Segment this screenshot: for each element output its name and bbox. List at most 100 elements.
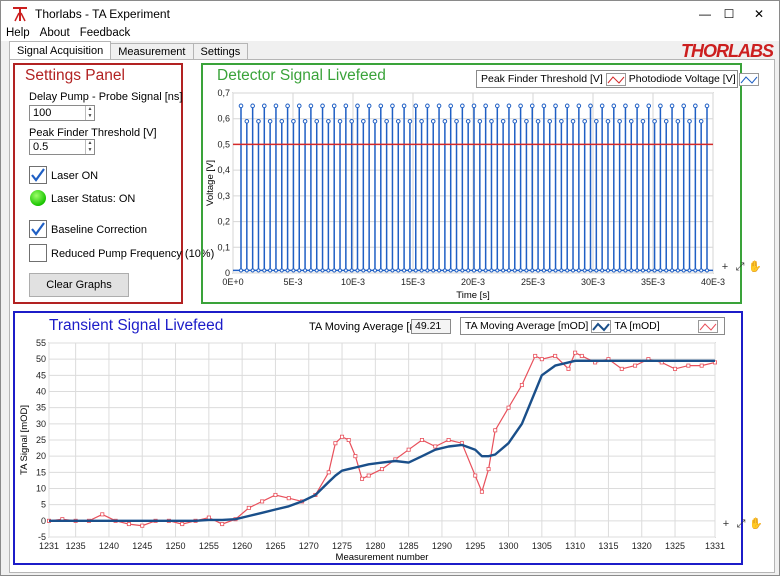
delay-spinner-icon[interactable]: ▲ ▼	[85, 106, 94, 120]
pan-hand-icon[interactable]: ✋	[748, 260, 762, 274]
voltage-base-point	[640, 268, 646, 273]
detector-chart[interactable]: 00,10,20,30,40,50,60,70E+0 5E-3 10E-3 15E-3…	[203, 85, 740, 303]
voltage-base-point	[553, 268, 558, 273]
voltage-base-point	[349, 268, 354, 273]
voltage-base-point	[436, 268, 442, 273]
menu-help[interactable]: Help	[1, 25, 35, 41]
pan-hand-icon[interactable]: ✋	[749, 517, 763, 531]
detector-x-tick-label: 40E-3	[701, 277, 725, 287]
voltage-peak-point	[693, 103, 698, 109]
voltage-peak-point	[524, 118, 529, 124]
voltage-base-point	[652, 268, 657, 273]
voltage-base-point	[425, 268, 430, 273]
threshold-spinner-icon[interactable]: ▲ ▼	[85, 140, 94, 154]
tab-settings[interactable]: Settings	[192, 43, 249, 60]
voltage-base-point	[611, 268, 616, 273]
reduced-pump-checkbox[interactable]	[29, 244, 47, 262]
voltage-peak-point	[547, 118, 553, 124]
tab-measurement[interactable]: Measurement	[110, 43, 194, 60]
detector-y-tick-label: 0,4	[217, 165, 230, 175]
voltage-peak-point	[704, 103, 710, 109]
voltage-peak-point	[512, 118, 518, 124]
voltage-base-point	[273, 268, 279, 273]
voltage-base-point	[693, 268, 698, 273]
transient-x-tick-label: 1325	[665, 541, 685, 551]
voltage-peak-point	[337, 118, 343, 124]
voltage-base-point	[343, 268, 348, 273]
voltage-peak-point	[308, 103, 314, 109]
voltage-base-point	[559, 268, 564, 273]
ta-point	[340, 434, 345, 439]
ta-point	[326, 470, 331, 475]
transient-x-tick-label: 1255	[199, 541, 219, 551]
voltage-base-point	[466, 268, 471, 273]
ta-point	[686, 363, 691, 368]
voltage-peak-point	[564, 103, 570, 109]
transient-x-tick-label: 1320	[632, 541, 652, 551]
voltage-base-point	[407, 268, 413, 273]
crosshair-icon[interactable]: +	[718, 260, 732, 274]
maximize-icon: ☐	[723, 7, 735, 21]
ta-point	[126, 522, 131, 527]
delay-input[interactable]: 100 ▲ ▼	[29, 105, 95, 121]
voltage-peak-point	[442, 118, 448, 124]
transient-x-tick-label: 1300	[499, 541, 519, 551]
transient-x-tick-label: 1315	[598, 541, 618, 551]
ta-point	[406, 447, 411, 452]
transient-y-tick-label: 10	[36, 484, 46, 494]
voltage-base-point	[699, 268, 704, 273]
voltage-peak-point	[576, 103, 582, 109]
voltage-peak-point	[326, 118, 331, 124]
menu-feedback[interactable]: Feedback	[75, 25, 136, 41]
ta-point	[273, 492, 278, 497]
voltage-base-point	[308, 268, 314, 273]
voltage-peak-point	[331, 103, 337, 109]
voltage-peak-point	[529, 103, 535, 109]
ta-point	[633, 363, 638, 368]
detector-x-tick-label: 25E-3	[521, 277, 545, 287]
voltage-base-point	[600, 268, 605, 273]
zoom-icon[interactable]: ⤢	[733, 260, 747, 274]
voltage-base-point	[471, 268, 477, 273]
detector-x-tick-label: 20E-3	[461, 277, 485, 287]
transient-x-tick-label: 1250	[166, 541, 186, 551]
ta-point	[699, 363, 704, 368]
voltage-peak-point	[663, 118, 669, 124]
threshold-input[interactable]: 0.5 ▲ ▼	[29, 139, 95, 155]
baseline-correction-checkbox[interactable]	[29, 220, 47, 238]
laser-status-label: Laser Status: ON	[51, 193, 136, 205]
ta-point	[353, 454, 358, 459]
detector-x-tick-label: 35E-3	[641, 277, 665, 287]
voltage-base-point	[332, 268, 337, 273]
voltage-base-point	[489, 268, 494, 273]
voltage-peak-point	[588, 103, 593, 109]
thorlabs-app-icon	[13, 7, 27, 22]
voltage-peak-point	[495, 103, 500, 109]
legend-voltage-label: Photodiode Voltage [V]	[628, 73, 736, 85]
delay-label: Delay Pump - Probe Signal [ns]	[29, 91, 183, 103]
voltage-peak-point	[623, 103, 628, 109]
voltage-peak-point	[250, 103, 255, 109]
voltage-base-point	[687, 268, 692, 273]
voltage-base-point	[623, 268, 628, 273]
ta-point	[493, 428, 498, 433]
voltage-base-point	[413, 268, 418, 273]
close-button[interactable]: ✕	[739, 1, 779, 27]
zoom-icon[interactable]: ⤢	[734, 517, 748, 531]
crosshair-icon[interactable]: +	[719, 517, 733, 531]
menu-about[interactable]: About	[35, 25, 75, 41]
transient-chart[interactable]: -505101520253035404550551231 1235 1240 1245…	[15, 337, 741, 563]
voltage-base-point	[594, 268, 599, 273]
transient-x-tick-label: 1280	[365, 541, 385, 551]
ta-point	[566, 366, 571, 371]
laser-on-checkbox[interactable]	[29, 166, 47, 184]
voltage-peak-point	[669, 103, 675, 109]
clear-graphs-button[interactable]: Clear Graphs	[29, 273, 129, 297]
detector-panel-title: Detector Signal Livefeed	[217, 67, 386, 84]
voltage-peak-point	[279, 118, 285, 124]
voltage-peak-point	[390, 103, 395, 109]
voltage-line-swatch-icon	[738, 72, 759, 86]
ta-line-swatch-icon	[698, 319, 718, 333]
tab-signal-acquisition[interactable]: Signal Acquisition	[9, 41, 112, 60]
transient-legend[interactable]: TA Moving Average [mOD] TA [mOD]	[460, 317, 725, 335]
